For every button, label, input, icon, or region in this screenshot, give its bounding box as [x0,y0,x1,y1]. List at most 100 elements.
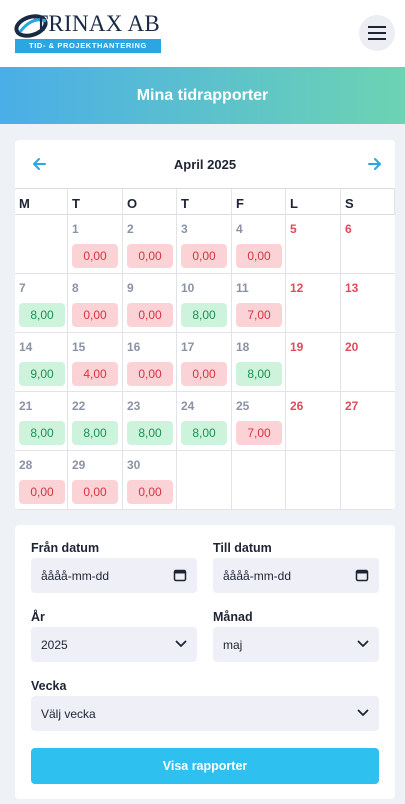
day-number: 7 [19,281,26,295]
to-date-input[interactable]: åååå-mm-dd [213,558,379,593]
arrow-right-icon[interactable] [365,154,385,174]
hours-badge[interactable]: 8,00 [236,362,282,386]
year-select[interactable]: 2025 [31,627,197,662]
calendar-day-cell[interactable]: 1 0,00 [68,215,123,274]
calendar-day-cell[interactable]: 6 [341,215,395,274]
day-number: 26 [290,399,304,413]
calendar-day-cell[interactable]: 27 [341,392,395,451]
hamburger-icon [368,26,386,40]
day-number: 1 [72,222,79,236]
day-number: 19 [290,340,304,354]
hours-badge[interactable]: 0,00 [127,480,173,504]
logo-name: TRINAX AB [34,11,161,36]
hours-badge[interactable]: 9,00 [19,362,65,386]
calendar-day-cell[interactable]: 7 8,00 [15,274,68,333]
hours-badge[interactable]: 8,00 [19,303,65,327]
show-reports-button[interactable]: Visa rapporter [31,748,379,784]
day-number: 30 [127,458,141,472]
report-filter-form: Från datum åååå-mm-dd Till datum åååå-mm… [15,525,395,799]
calendar-day-cell[interactable]: 13 [341,274,395,333]
chevron-down-icon [357,640,369,647]
hours-badge[interactable]: 8,00 [19,421,65,445]
calendar-day-cell[interactable]: 22 8,00 [68,392,123,451]
day-number: 12 [290,281,304,295]
calendar-day-cell[interactable]: 3 0,00 [177,215,232,274]
week-select[interactable]: Välj vecka [31,696,379,731]
day-number: 5 [290,222,297,236]
hours-badge[interactable]: 7,00 [236,303,282,327]
day-number: 11 [236,281,249,295]
hours-badge[interactable]: 8,00 [127,421,173,445]
calendar-day-cell[interactable]: 20 [341,333,395,392]
hours-badge[interactable]: 0,00 [181,244,227,268]
day-number: 3 [181,222,188,236]
hours-badge[interactable]: 0,00 [127,244,173,268]
calendar-day-cell[interactable]: 18 8,00 [232,333,286,392]
weekday-header: S [341,189,395,215]
menu-button[interactable] [359,15,395,51]
chevron-down-icon [357,709,369,716]
calendar-day-cell[interactable]: 19 [286,333,341,392]
hours-badge[interactable]: 8,00 [181,421,227,445]
day-number: 9 [127,281,134,295]
hours-badge[interactable]: 7,00 [236,421,282,445]
calendar-day-cell[interactable]: 25 7,00 [232,392,286,451]
day-number: 20 [345,340,359,354]
calendar-day-cell[interactable]: 5 [286,215,341,274]
calendar-day-cell[interactable]: 16 0,00 [123,333,177,392]
from-date-placeholder: åååå-mm-dd [41,568,110,583]
day-number: 8 [72,281,79,295]
from-date-input[interactable]: åååå-mm-dd [31,558,197,593]
day-number: 6 [345,222,352,236]
day-number: 2 [127,222,134,236]
calendar-day-cell[interactable]: 24 8,00 [177,392,232,451]
hours-badge[interactable]: 8,00 [181,303,227,327]
month-label: Månad [213,610,253,624]
calendar-icon[interactable] [355,568,369,582]
hours-badge[interactable]: 0,00 [236,244,282,268]
day-number: 4 [236,222,243,236]
hours-badge[interactable]: 8,00 [72,421,118,445]
calendar-day-cell[interactable]: 28 0,00 [15,451,68,510]
day-number: 18 [236,340,250,354]
calendar-day-cell[interactable]: 17 0,00 [177,333,232,392]
hours-badge[interactable]: 4,00 [72,362,118,386]
logo-tagline: TID- & PROJEKTHANTERING [15,39,161,53]
day-number: 29 [72,458,86,472]
day-number: 17 [181,340,195,354]
calendar-day-cell[interactable]: 14 9,00 [15,333,68,392]
day-number: 21 [19,399,33,413]
weekday-header: F [232,189,286,215]
calendar-card: April 2025 M T O T F L S 1 0,00 2 0,00 3 0,00 4 0,00 5 6… [15,140,395,510]
to-date-placeholder: åååå-mm-dd [223,568,292,583]
calendar-icon[interactable] [173,568,187,582]
hours-badge[interactable]: 0,00 [127,362,173,386]
weekday-header: L [286,189,341,215]
calendar-day-cell[interactable]: 2 0,00 [123,215,177,274]
calendar-day-cell[interactable]: 30 0,00 [123,451,177,510]
hours-badge[interactable]: 0,00 [19,480,65,504]
hours-badge[interactable]: 0,00 [181,362,227,386]
calendar-day-cell[interactable]: 21 8,00 [15,392,68,451]
month-select[interactable]: maj [213,627,379,662]
calendar-day-cell[interactable]: 11 7,00 [232,274,286,333]
calendar-day-cell[interactable]: 9 0,00 [123,274,177,333]
calendar-day-cell[interactable]: 8 0,00 [68,274,123,333]
calendar-day-cell[interactable]: 4 0,00 [232,215,286,274]
calendar-day-cell[interactable]: 12 [286,274,341,333]
calendar-day-cell[interactable]: 15 4,00 [68,333,123,392]
weekday-header: T [68,189,123,215]
hours-badge[interactable]: 0,00 [72,244,118,268]
hours-badge[interactable]: 0,00 [72,303,118,327]
calendar-day-cell[interactable]: 10 8,00 [177,274,232,333]
company-logo[interactable]: TRINAX AB TID- & PROJEKTHANTERING [14,9,174,55]
calendar-day-cell[interactable]: 29 0,00 [68,451,123,510]
chevron-down-icon [175,640,187,647]
calendar-empty-cell [341,451,395,510]
hours-badge[interactable]: 0,00 [72,480,118,504]
calendar-grid: M T O T F L S 1 0,00 2 0,00 3 0,00 4 0,00 5 6 7 8,00 8 0,00 9… [15,188,395,510]
calendar-day-cell[interactable]: 26 [286,392,341,451]
month-title: April 2025 [173,157,237,172]
calendar-day-cell[interactable]: 23 8,00 [123,392,177,451]
hours-badge[interactable]: 0,00 [127,303,173,327]
